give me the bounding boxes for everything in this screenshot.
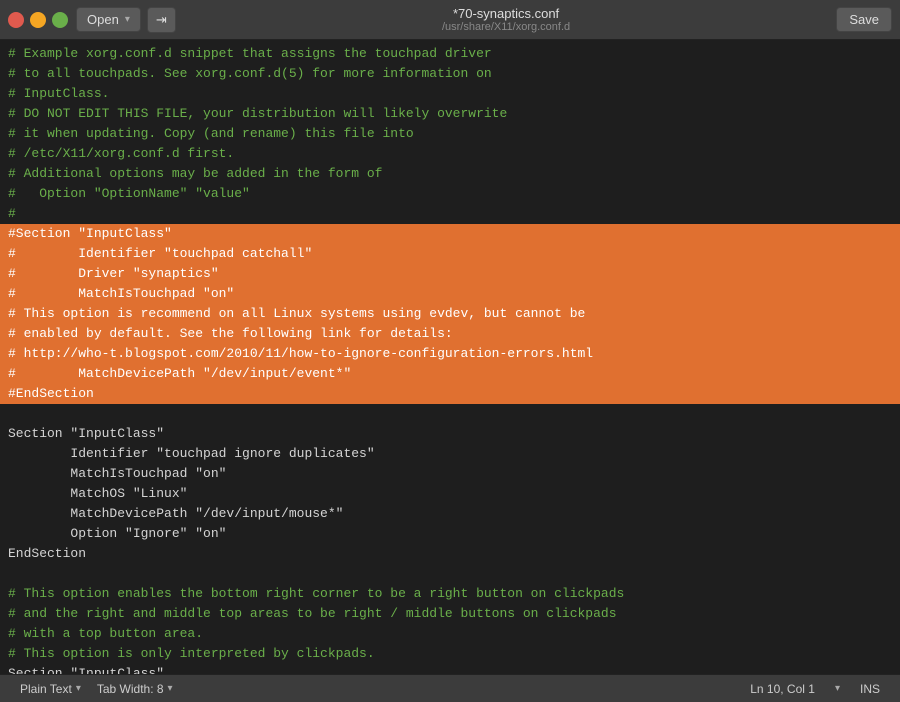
editor-line: # with a top button area. bbox=[0, 624, 900, 644]
editor-line: # DO NOT EDIT THIS FILE, your distributi… bbox=[0, 104, 900, 124]
editor-line: # InputClass. bbox=[0, 84, 900, 104]
editor-line: # This option is only interpreted by cli… bbox=[0, 644, 900, 664]
export-button[interactable]: ⇥ bbox=[147, 7, 176, 33]
editor-line: # MatchIsTouchpad "on" bbox=[0, 284, 900, 304]
editor-line: # Driver "synaptics" bbox=[0, 264, 900, 284]
ins-label: INS bbox=[860, 682, 880, 696]
insert-mode: INS bbox=[852, 682, 888, 696]
file-title: *70-synaptics.conf bbox=[453, 6, 559, 21]
statusbar: Plain Text ▾ Tab Width: 8 ▾ Ln 10, Col 1… bbox=[0, 674, 900, 702]
export-icon: ⇥ bbox=[156, 12, 167, 27]
tab-width-selector[interactable]: Tab Width: 8 ▾ bbox=[89, 682, 181, 696]
editor-line: Section "InputClass" bbox=[0, 424, 900, 444]
editor-line: Section "InputClass" bbox=[0, 664, 900, 674]
editor-line: Option "Ignore" "on" bbox=[0, 524, 900, 544]
editor-line: # Identifier "touchpad catchall" bbox=[0, 244, 900, 264]
editor-line: # and the right and middle top areas to … bbox=[0, 604, 900, 624]
editor-line: MatchOS "Linux" bbox=[0, 484, 900, 504]
open-button[interactable]: Open ▾ bbox=[76, 7, 141, 32]
window-title: *70-synaptics.conf /usr/share/X11/xorg.c… bbox=[176, 6, 837, 33]
editor-line bbox=[0, 404, 900, 424]
editor-line: # to all touchpads. See xorg.conf.d(5) f… bbox=[0, 64, 900, 84]
chevron-down-icon: ▾ bbox=[168, 683, 173, 694]
tab-width-label: Tab Width: 8 bbox=[97, 682, 164, 696]
editor-line: # http://who-t.blogspot.com/2010/11/how-… bbox=[0, 344, 900, 364]
editor-line bbox=[0, 564, 900, 584]
position-label: Ln 10, Col 1 bbox=[750, 682, 815, 696]
open-label: Open bbox=[87, 12, 119, 27]
titlebar: Open ▾ ⇥ *70-synaptics.conf /usr/share/X… bbox=[0, 0, 900, 40]
editor-line: # Option "OptionName" "value" bbox=[0, 184, 900, 204]
chevron-down-icon: ▾ bbox=[76, 683, 81, 694]
maximize-button[interactable] bbox=[52, 12, 68, 28]
editor-line: #EndSection bbox=[0, 384, 900, 404]
editor-line: Identifier "touchpad ignore duplicates" bbox=[0, 444, 900, 464]
chevron-down-icon: ▾ bbox=[125, 14, 130, 25]
window-controls bbox=[8, 12, 68, 28]
mode-selector[interactable]: ▾ bbox=[827, 683, 848, 694]
editor-line: # /etc/X11/xorg.conf.d first. bbox=[0, 144, 900, 164]
language-label: Plain Text bbox=[20, 682, 72, 696]
file-path: /usr/share/X11/xorg.conf.d bbox=[176, 21, 837, 33]
cursor-position: Ln 10, Col 1 bbox=[742, 682, 823, 696]
language-selector[interactable]: Plain Text ▾ bbox=[12, 682, 89, 696]
save-button[interactable]: Save bbox=[836, 7, 892, 32]
editor-area[interactable]: # Example xorg.conf.d snippet that assig… bbox=[0, 40, 900, 674]
editor-line: #Section "InputClass" bbox=[0, 224, 900, 244]
editor-line: EndSection bbox=[0, 544, 900, 564]
status-right: Ln 10, Col 1 ▾ INS bbox=[742, 682, 888, 696]
chevron-down-icon: ▾ bbox=[835, 683, 840, 694]
close-button[interactable] bbox=[8, 12, 24, 28]
editor-line: # MatchDevicePath "/dev/input/event*" bbox=[0, 364, 900, 384]
editor-line: # enabled by default. See the following … bbox=[0, 324, 900, 344]
editor-line: # This option is recommend on all Linux … bbox=[0, 304, 900, 324]
minimize-button[interactable] bbox=[30, 12, 46, 28]
editor-line: # bbox=[0, 204, 900, 224]
editor-line: # Additional options may be added in the… bbox=[0, 164, 900, 184]
editor-line: # Example xorg.conf.d snippet that assig… bbox=[0, 44, 900, 64]
editor-line: MatchDevicePath "/dev/input/mouse*" bbox=[0, 504, 900, 524]
editor-line: # it when updating. Copy (and rename) th… bbox=[0, 124, 900, 144]
editor-line: # This option enables the bottom right c… bbox=[0, 584, 900, 604]
editor-line: MatchIsTouchpad "on" bbox=[0, 464, 900, 484]
